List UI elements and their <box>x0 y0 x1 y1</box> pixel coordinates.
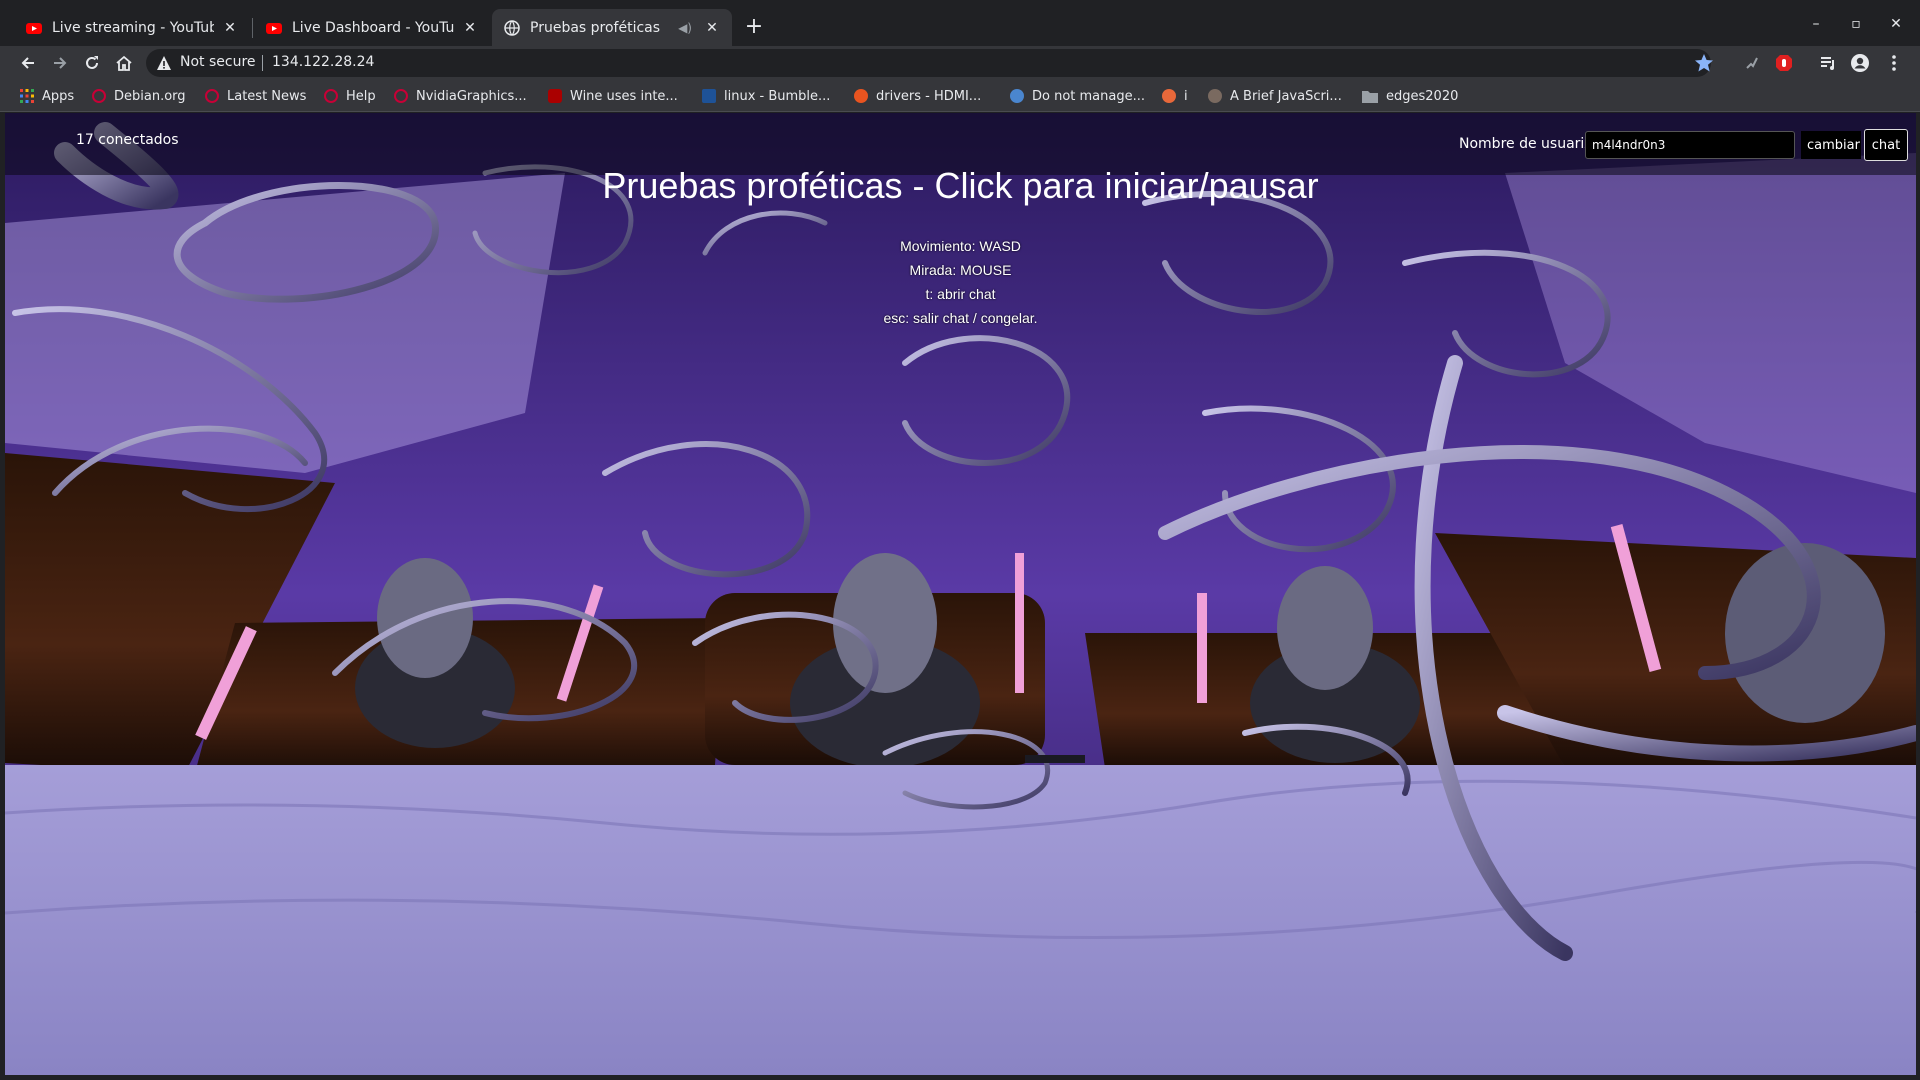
bookmark-help[interactable]: Help <box>324 86 376 106</box>
stackexchange-icon <box>702 89 716 103</box>
chat-button[interactable]: chat <box>1864 129 1908 161</box>
address-divider <box>262 55 263 71</box>
globe-icon <box>504 19 520 36</box>
web-page: 17 conectados Nombre de usuarix cambiar … <box>5 113 1916 1075</box>
bookmarks-bar: Apps Debian.org Latest News Help NvidiaG… <box>0 80 1920 112</box>
bookmark-label: Debian.org <box>114 88 186 104</box>
maximize-button[interactable]: ▫ <box>1841 12 1871 36</box>
profile-button[interactable] <box>1848 51 1872 75</box>
debian-icon <box>92 89 106 103</box>
reload-icon <box>86 56 98 69</box>
extension-button[interactable] <box>1740 51 1764 75</box>
debian-icon <box>324 89 338 103</box>
bookmark-wine[interactable]: Wine uses inte... <box>548 86 678 106</box>
floor-object <box>1025 755 1085 763</box>
back-button[interactable] <box>16 51 40 75</box>
tab-title: Live Dashboard - YouTube <box>292 19 454 36</box>
warning-icon <box>157 56 171 70</box>
instruction-escape: esc: salir chat / congelar. <box>883 310 1038 326</box>
home-button[interactable] <box>112 51 136 75</box>
close-tab-icon[interactable]: ✕ <box>704 20 720 36</box>
instruction-movement: Movimiento: WASD <box>900 238 1021 254</box>
pinwheel-icon <box>1162 89 1176 103</box>
back-arrow-icon <box>21 57 34 69</box>
bookmark-drivers-hdmi[interactable]: drivers - HDMI... <box>854 86 981 106</box>
close-window-button[interactable]: ✕ <box>1881 12 1911 36</box>
debian-icon <box>394 89 408 103</box>
close-tab-icon[interactable]: ✕ <box>462 20 478 36</box>
forward-button[interactable] <box>48 51 72 75</box>
bookmark-label: i <box>1184 88 1188 104</box>
bookmark-label: NvidiaGraphics... <box>416 88 527 104</box>
bookmark-label: linux - Bumble... <box>724 88 831 104</box>
bookmark-brief-javascript[interactable]: A Brief JavaScri... <box>1208 86 1342 106</box>
bookmark-label: Help <box>346 88 376 104</box>
tab-pruebas-profeticas[interactable]: Pruebas proféticas ◀) ✕ <box>492 9 732 46</box>
account-icon <box>1851 54 1869 72</box>
gnome-icon <box>1010 89 1024 103</box>
bookmark-linux-bumble[interactable]: linux - Bumble... <box>702 86 830 106</box>
extension-icon <box>1746 57 1758 69</box>
bookmark-label: A Brief JavaScri... <box>1230 88 1342 104</box>
adblock-extension-button[interactable] <box>1772 51 1796 75</box>
bookmark-nvidia[interactable]: NvidiaGraphics... <box>394 86 527 106</box>
bookmark-label: Do not manage... <box>1032 88 1146 104</box>
wine-icon <box>548 89 562 103</box>
tab-live-streaming[interactable]: Live streaming - YouTube S ✕ <box>14 9 250 46</box>
page-title[interactable]: Pruebas proféticas - Click para iniciar/… <box>5 165 1916 207</box>
bookmark-latest-news[interactable]: Latest News <box>205 86 306 106</box>
folder-icon <box>1362 91 1378 103</box>
security-status[interactable]: Not secure <box>180 54 256 70</box>
rocky-floor <box>5 765 1916 1075</box>
username-label: Nombre de usuarix <box>1459 136 1593 152</box>
reload-button[interactable] <box>80 51 104 75</box>
youtube-icon <box>26 22 42 34</box>
playlist-icon <box>1821 57 1834 70</box>
bookmark-label: Apps <box>42 88 75 104</box>
instruction-look: Mirada: MOUSE <box>909 262 1012 278</box>
bookmark-folder-edges2020[interactable]: edges2020 <box>1362 86 1458 106</box>
address-bar[interactable]: Not secure 134.122.28.24 <box>146 49 1714 77</box>
bookmark-do-not-manage[interactable]: Do not manage... <box>1010 86 1145 106</box>
tab-title: Live streaming - YouTube S <box>52 19 214 36</box>
speaker-icon[interactable]: ◀) <box>678 21 692 35</box>
youtube-icon <box>266 22 282 34</box>
bookmark-i[interactable]: i <box>1162 86 1188 106</box>
tab-live-dashboard[interactable]: Live Dashboard - YouTube ✕ <box>254 9 490 46</box>
url-text[interactable]: 134.122.28.24 <box>272 54 374 70</box>
menu-button[interactable] <box>1882 51 1906 75</box>
bookmark-label: Wine uses inte... <box>570 88 678 104</box>
instruction-chat: t: abrir chat <box>925 286 996 302</box>
askubuntu-icon <box>854 89 868 103</box>
bookmark-star-icon[interactable] <box>1694 53 1714 73</box>
candle <box>1015 553 1024 693</box>
instructions: Movimiento: WASD Mirada: MOUSE t: abrir … <box>5 234 1916 330</box>
tab-title: Pruebas proféticas <box>530 19 661 36</box>
bookmark-debian[interactable]: Debian.org <box>92 86 186 106</box>
change-username-button[interactable]: cambiar <box>1801 131 1861 159</box>
minimize-button[interactable]: – <box>1801 12 1831 36</box>
tab-divider <box>252 18 253 38</box>
home-icon <box>116 55 132 71</box>
bookmark-label: drivers - HDMI... <box>876 88 982 104</box>
bookmark-label: edges2020 <box>1386 88 1459 104</box>
close-tab-icon[interactable]: ✕ <box>222 20 238 36</box>
connected-count: 17 conectados <box>76 132 179 148</box>
candle <box>1197 593 1207 703</box>
apps-grid-icon <box>20 89 34 103</box>
browser-toolbar: Not secure 134.122.28.24 <box>0 46 1920 80</box>
new-tab-button[interactable]: + <box>742 16 766 40</box>
bookmark-apps[interactable]: Apps <box>20 86 74 106</box>
forward-arrow-icon <box>54 57 67 69</box>
site-icon <box>1208 89 1222 103</box>
debian-icon <box>205 89 219 103</box>
username-input[interactable] <box>1585 131 1795 159</box>
media-control-button[interactable] <box>1816 51 1840 75</box>
hand-icon <box>1776 55 1792 71</box>
tab-strip: Live streaming - YouTube S ✕ Live Dashbo… <box>0 0 1920 46</box>
bookmark-label: Latest News <box>227 88 307 104</box>
kebab-menu-icon <box>1892 55 1896 71</box>
